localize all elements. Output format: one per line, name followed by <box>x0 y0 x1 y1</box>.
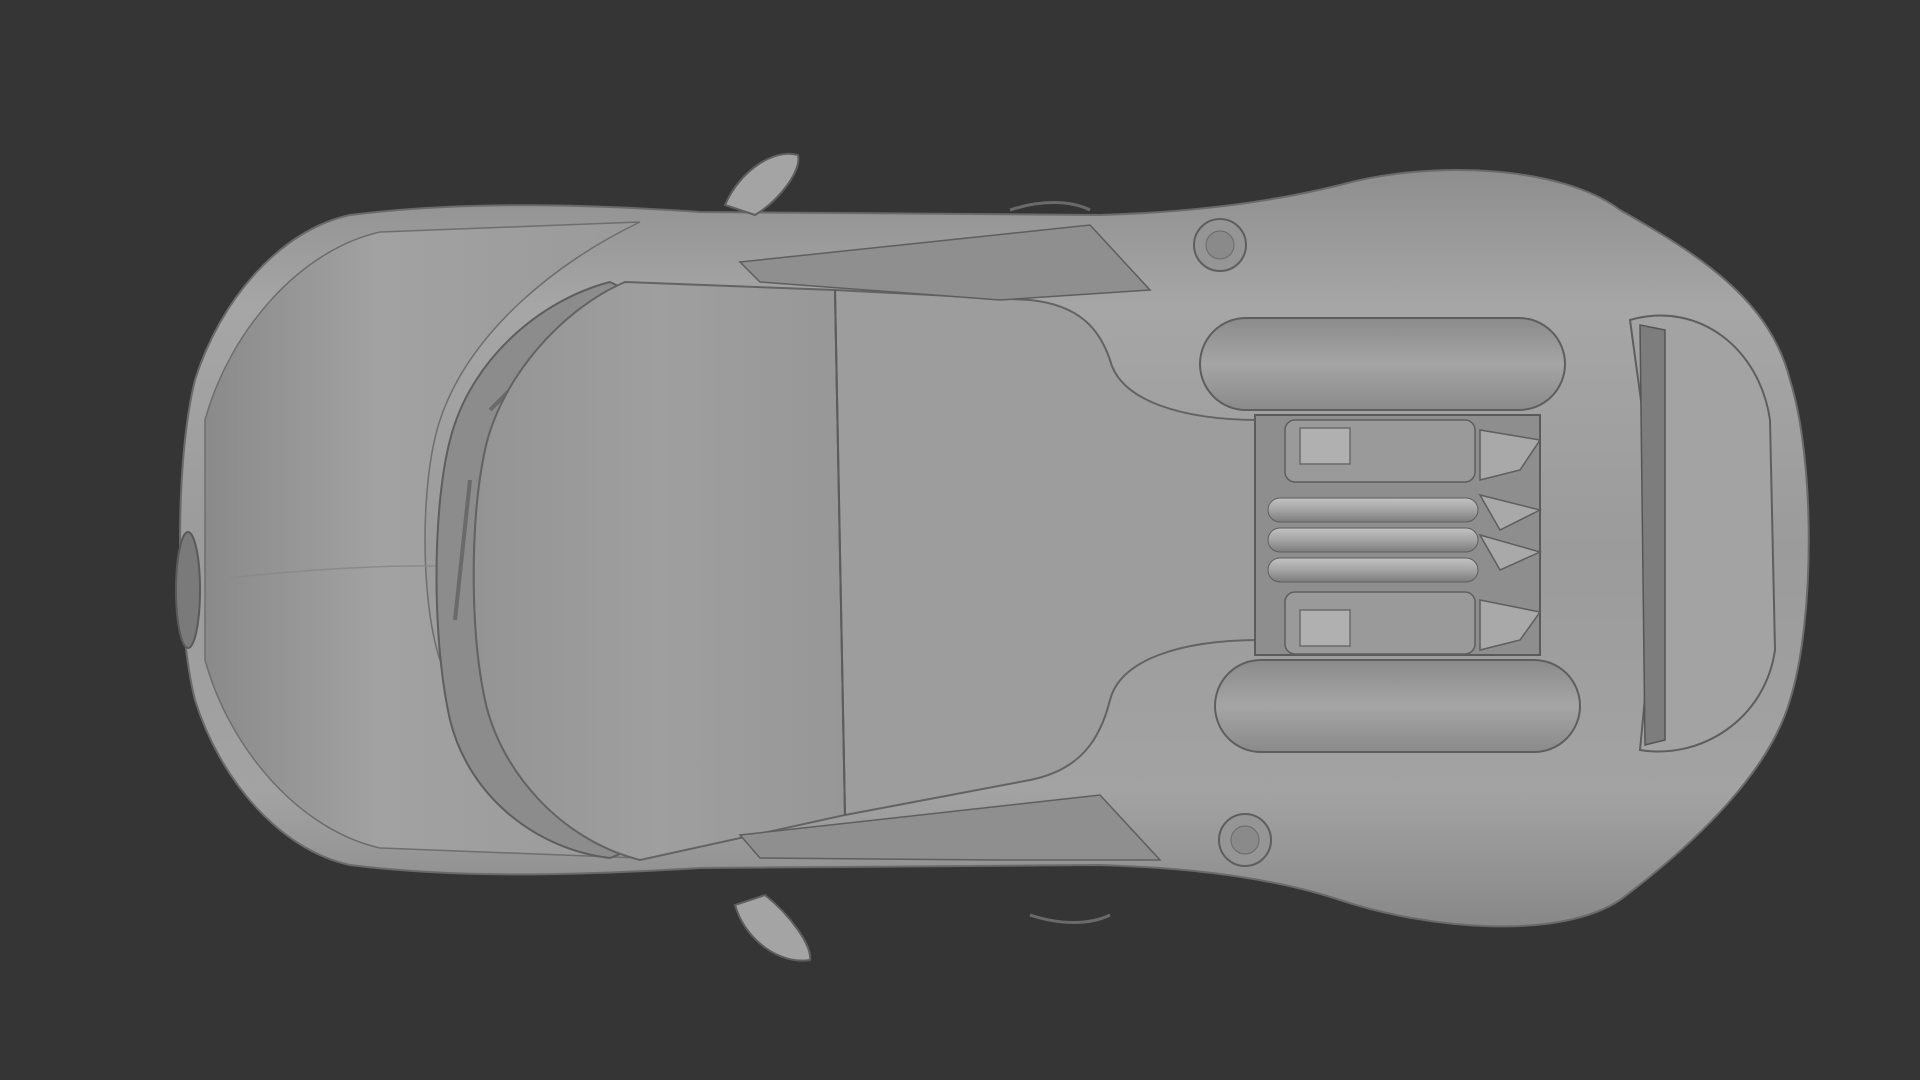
engine-pipe-2 <box>1267 527 1479 553</box>
3d-viewport[interactable] <box>0 0 1920 1080</box>
air-intake-left <box>1199 317 1566 411</box>
engine-pipe-1 <box>1267 497 1479 523</box>
side-mirror-right <box>733 893 812 962</box>
rear-grille <box>1639 324 1666 746</box>
front-grille <box>175 531 201 649</box>
side-mirror-left <box>723 152 800 217</box>
engine-pipe-3 <box>1267 557 1479 583</box>
car-render <box>175 152 1810 962</box>
air-intake-right <box>1214 659 1581 753</box>
roof-panel <box>472 280 847 862</box>
